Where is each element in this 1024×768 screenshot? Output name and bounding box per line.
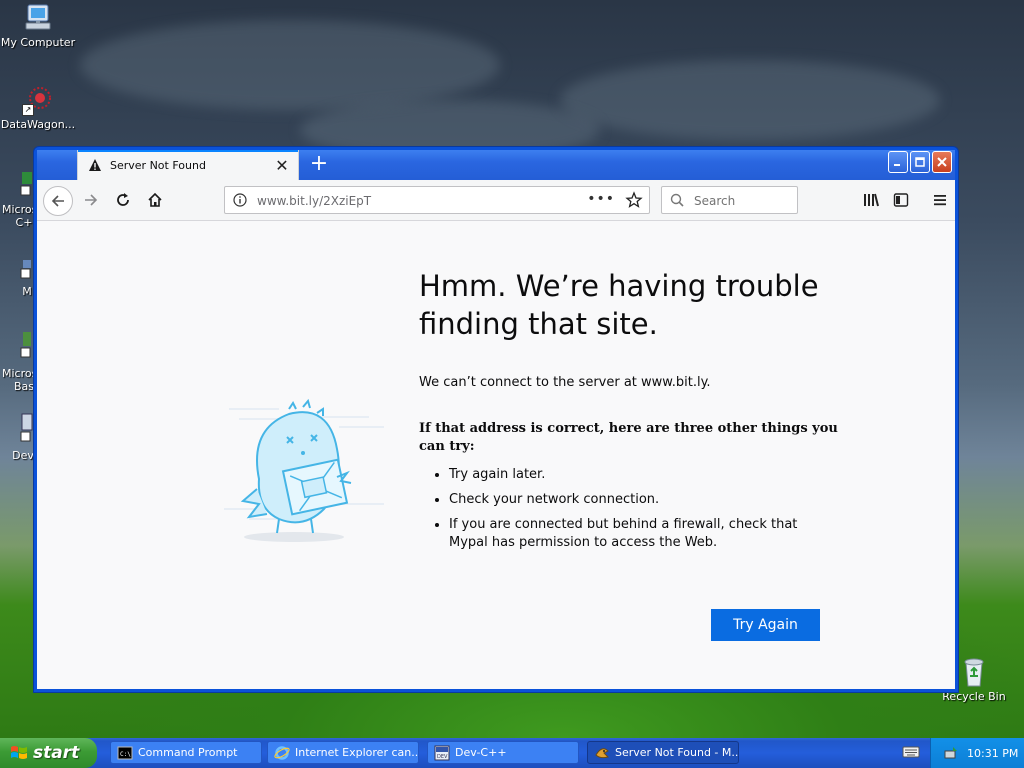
list-item: Check your network connection. <box>449 491 839 509</box>
page-actions-button[interactable]: ••• <box>587 191 615 207</box>
desktop-icon-partial-m[interactable] <box>20 258 34 283</box>
shortcut-arrow-icon: ↗ <box>22 104 34 116</box>
list-item: If you are connected but behind a firewa… <box>449 516 839 552</box>
close-window-button[interactable] <box>932 151 952 173</box>
tab-close-icon[interactable]: ✕ <box>272 155 292 175</box>
system-tray: 10:31 PM <box>930 738 1024 768</box>
svg-text:C:\: C:\ <box>120 751 131 758</box>
windows-flag-icon <box>10 744 28 762</box>
list-item: Try again later. <box>449 466 839 484</box>
dinosaur-illustration <box>219 369 389 549</box>
task-label: Command Prompt <box>138 746 238 759</box>
bookmark-star-icon[interactable] <box>625 191 643 209</box>
url-text[interactable]: www.bit.ly/2XziEpT <box>257 194 371 208</box>
mypal-icon <box>594 745 610 761</box>
desktop-icon-partial-devcpp[interactable] <box>20 170 34 203</box>
maximize-button[interactable] <box>910 151 930 173</box>
tab-server-not-found[interactable]: Server Not Found ✕ <box>77 150 299 180</box>
try-again-button[interactable]: Try Again <box>711 609 820 641</box>
safely-remove-hardware-icon[interactable] <box>943 745 959 761</box>
taskbar: start C:\ Command Prompt Internet Explor… <box>0 738 1024 768</box>
svg-text:DEV: DEV <box>437 754 448 760</box>
cmd-icon: C:\ <box>117 745 133 761</box>
desktop-icon-label: DataWagon... <box>0 118 76 131</box>
error-page: Hmm. We’re having trouble finding that s… <box>37 221 955 689</box>
browser-window: Server Not Found ✕ + www.bit.ly/2XziEpT … <box>33 146 959 693</box>
error-description: We can’t connect to the server at www.bi… <box>419 375 711 390</box>
datawagon-icon: ↗ <box>22 84 54 116</box>
search-icon <box>670 193 684 207</box>
ie-icon <box>274 745 290 761</box>
navigation-toolbar: www.bit.ly/2XziEpT ••• Search <box>37 180 955 221</box>
info-icon[interactable] <box>233 193 247 207</box>
tab-title: Server Not Found <box>110 158 206 172</box>
taskbar-item-server-not-found[interactable]: Server Not Found - M... <box>587 741 739 764</box>
tab-active-indicator <box>78 150 298 152</box>
suggestion-list: Try again later. Check your network conn… <box>419 466 839 552</box>
desktop-icon-partial-dev[interactable] <box>20 412 34 447</box>
task-label: Server Not Found - M... <box>615 746 739 759</box>
hamburger-menu-icon[interactable] <box>926 186 954 214</box>
back-button[interactable] <box>43 186 73 216</box>
task-label: Dev-C++ <box>455 746 507 759</box>
desktop-icon-label-partial: M <box>22 285 32 298</box>
desktop-icon-datawagon[interactable]: ↗ DataWagon... <box>0 84 76 131</box>
error-title: Hmm. We’re having trouble finding that s… <box>419 269 819 341</box>
taskbar-item-internet-explorer[interactable]: Internet Explorer can... <box>267 741 419 764</box>
desktop-icon-label-partial: Micros <box>2 203 38 216</box>
desktop-icon-partial-basic[interactable] <box>20 330 34 363</box>
home-button[interactable] <box>141 186 169 214</box>
start-label: start <box>33 743 80 763</box>
search-placeholder: Search <box>694 194 736 208</box>
start-button[interactable]: start <box>0 738 97 768</box>
library-icon[interactable] <box>857 186 885 214</box>
task-label: Internet Explorer can... <box>295 746 419 759</box>
taskbar-item-command-prompt[interactable]: C:\ Command Prompt <box>110 741 262 764</box>
desktop-icon-label-partial: C+ <box>15 216 33 229</box>
taskbar-item-devcpp[interactable]: DEV Dev-C++ <box>427 741 579 764</box>
forward-button[interactable] <box>77 186 105 214</box>
error-message: Hmm. We’re having trouble finding that s… <box>419 267 839 559</box>
desktop-icon-label-partial: Micros <box>2 367 38 380</box>
devcpp-icon: DEV <box>434 745 450 761</box>
warning-icon <box>88 158 102 172</box>
desktop-icon-my-computer[interactable]: My Computer <box>0 2 76 49</box>
computer-icon <box>22 2 54 34</box>
desktop: My Computer ↗ DataWagon... Micros C+ M M… <box>0 0 1024 738</box>
desktop-icon-label-partial: Dev <box>12 449 34 462</box>
keyboard-icon[interactable] <box>902 745 920 759</box>
minimize-button[interactable] <box>888 151 908 173</box>
sidebar-toggle-icon[interactable] <box>887 186 915 214</box>
desktop-icon-label-partial: Bas <box>14 380 35 393</box>
new-tab-button[interactable]: + <box>307 153 331 177</box>
desktop-icon-label: My Computer <box>0 36 76 49</box>
recycle-bin-icon <box>958 656 990 688</box>
reload-button[interactable] <box>109 186 137 214</box>
clock[interactable]: 10:31 PM <box>967 747 1018 760</box>
url-bar[interactable]: www.bit.ly/2XziEpT ••• <box>224 186 650 214</box>
search-bar[interactable]: Search <box>661 186 798 214</box>
error-suggestions-heading: If that address is correct, here are thr… <box>419 421 838 454</box>
title-bar[interactable]: Server Not Found ✕ + <box>37 150 955 180</box>
